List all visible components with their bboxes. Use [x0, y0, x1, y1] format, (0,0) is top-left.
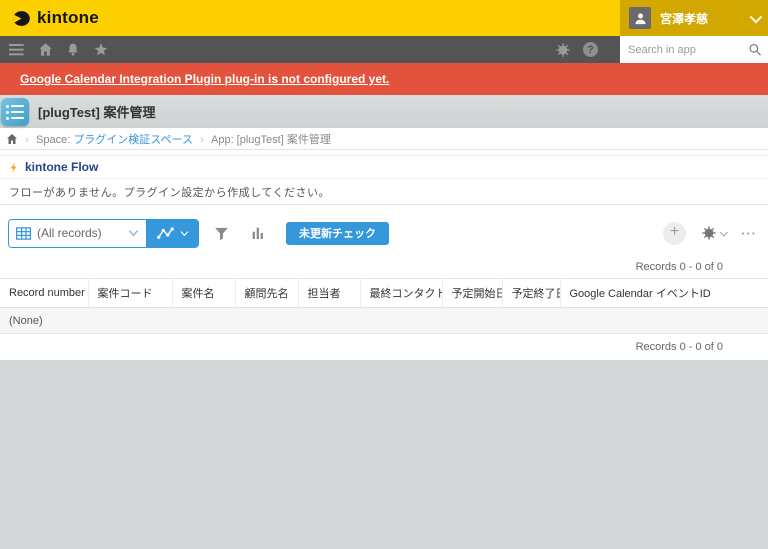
user-avatar-icon	[629, 7, 651, 29]
records-count-bottom: Records 0 - 0 of 0	[0, 341, 768, 360]
column-header-assignee[interactable]: 担当者	[298, 279, 360, 308]
kintone-app-page: kintone 宮澤孝慈 ?	[0, 0, 768, 549]
page-background	[0, 360, 768, 549]
home-icon[interactable]	[38, 42, 53, 57]
breadcrumb-space: Space: プラグイン検証スペース	[36, 131, 193, 147]
view-selector-combo: (All records)	[8, 219, 199, 248]
filter-button[interactable]	[208, 219, 235, 248]
kintone-logo-text: kintone	[37, 8, 99, 28]
chevron-down-icon	[128, 229, 139, 237]
record-list-content: (All records) 未更新チェック +	[0, 205, 768, 360]
view-toolbar: (All records) 未更新チェック +	[0, 218, 768, 248]
plugin-warning-banner: Google Calendar Integration Plugin plug-…	[0, 63, 768, 95]
table-view-icon	[16, 227, 31, 240]
search-icon	[748, 42, 762, 57]
table-header-row: Record number 案件コード 案件名 顧問先名 担当者 最終コンタクト…	[0, 279, 768, 308]
gear-icon	[701, 225, 717, 241]
app-settings-button[interactable]	[701, 225, 726, 241]
column-header-last-contact-date[interactable]: 最終コンタクト日	[360, 279, 442, 308]
column-header-case-name[interactable]: 案件名	[172, 279, 235, 308]
plugin-warning-link[interactable]: Google Calendar Integration Plugin plug-…	[20, 72, 389, 86]
view-selector-label: (All records)	[37, 226, 122, 240]
column-header-end-datetime[interactable]: 予定終了日時	[502, 279, 560, 308]
empty-row: (None)	[0, 308, 768, 334]
unupdated-check-button[interactable]: 未更新チェック	[286, 222, 389, 245]
global-toolbar: ?	[0, 36, 768, 63]
table-row: (None)	[0, 308, 768, 334]
more-options-button[interactable]: ···	[741, 226, 757, 241]
column-header-case-code[interactable]: 案件コード	[88, 279, 172, 308]
flow-empty-message: フローがありません。プラグイン設定から作成してください。	[0, 179, 768, 205]
flow-title: kintone Flow	[25, 160, 98, 174]
breadcrumb-separator-icon: ›	[200, 133, 204, 145]
breadcrumb: › Space: プラグイン検証スペース › App: [plugTest] 案…	[0, 128, 768, 150]
toolbar-right: ?	[555, 36, 768, 63]
search-button[interactable]	[742, 36, 768, 63]
breadcrumb-space-link[interactable]: プラグイン検証スペース	[73, 134, 193, 146]
star-icon[interactable]	[93, 42, 109, 57]
lightning-icon	[8, 161, 20, 174]
user-menu[interactable]: 宮澤孝慈	[620, 0, 768, 36]
records-count-top: Records 0 - 0 of 0	[0, 261, 768, 273]
settings-gear-icon[interactable]	[555, 42, 571, 58]
hamburger-menu-icon[interactable]	[9, 43, 25, 57]
record-table-header: Record number 案件コード 案件名 顧問先名 担当者 最終コンタクト…	[0, 279, 768, 308]
bell-icon[interactable]	[66, 42, 80, 57]
chevron-down-icon	[750, 10, 763, 23]
kintone-flow-section: kintone Flow フローがありません。プラグイン設定から作成してください…	[0, 155, 768, 205]
bar-chart-icon	[250, 225, 266, 241]
app-search	[620, 36, 768, 63]
add-record-button[interactable]: +	[663, 222, 686, 245]
app-title: [plugTest] 案件管理	[38, 102, 155, 121]
record-table: Record number 案件コード 案件名 顧問先名 担当者 最終コンタクト…	[0, 278, 768, 334]
column-header-gcal-event-id[interactable]: Google Calendar イベントID	[560, 279, 768, 308]
global-nav-icons	[0, 36, 109, 63]
kintone-logo-icon	[11, 8, 32, 29]
user-name: 宮澤孝慈	[660, 10, 741, 27]
view-toolbar-right: + ···	[663, 222, 760, 245]
breadcrumb-separator-icon: ›	[25, 133, 29, 145]
chevron-down-icon	[180, 230, 189, 237]
app-icon	[1, 98, 29, 126]
help-icon[interactable]: ?	[583, 42, 598, 57]
breadcrumb-app: App: [plugTest] 案件管理	[211, 131, 331, 147]
funnel-icon	[213, 225, 230, 242]
graph-view-button[interactable]	[146, 220, 198, 247]
node-graph-icon	[156, 226, 175, 241]
view-selector[interactable]: (All records)	[9, 220, 146, 247]
kintone-logo[interactable]: kintone	[0, 0, 99, 36]
column-header-client-name[interactable]: 顧問先名	[235, 279, 298, 308]
global-header: kintone 宮澤孝慈	[0, 0, 768, 36]
breadcrumb-space-prefix: Space:	[36, 134, 70, 146]
chart-button[interactable]	[244, 219, 271, 248]
app-header: [plugTest] 案件管理	[0, 95, 768, 128]
flow-header: kintone Flow	[0, 156, 768, 179]
breadcrumb-home-icon[interactable]	[6, 133, 18, 145]
column-header-record-number[interactable]: Record number	[0, 279, 88, 308]
chevron-down-icon	[719, 228, 727, 236]
column-header-start-datetime[interactable]: 予定開始日時	[442, 279, 502, 308]
search-input[interactable]	[620, 44, 742, 56]
